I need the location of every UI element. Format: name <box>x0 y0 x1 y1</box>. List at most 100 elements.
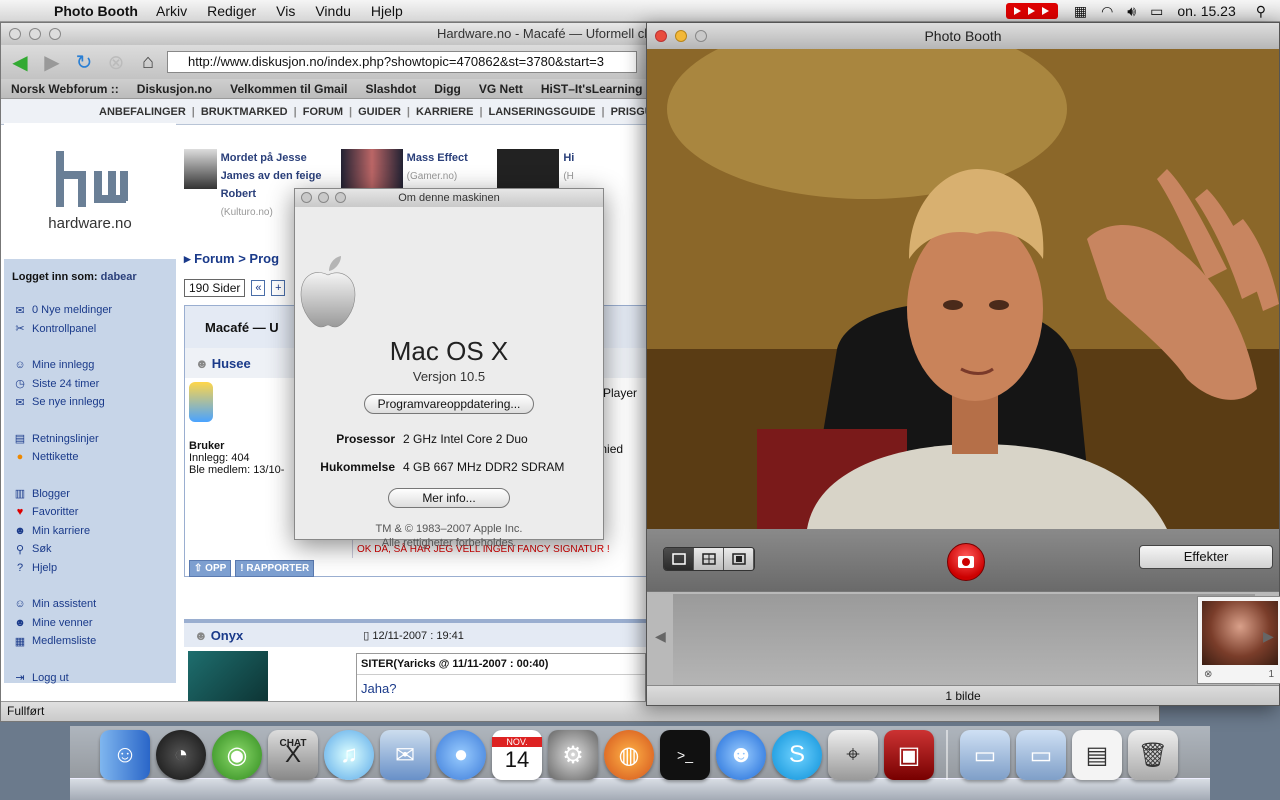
effects-button[interactable]: Effekter <box>1139 545 1273 569</box>
documents-folder-icon[interactable]: ▭ <box>1016 730 1066 780</box>
bookmark-item[interactable]: VG Nett <box>479 82 523 96</box>
forward-arrow-icon[interactable]: ▶ <box>39 49 65 75</box>
sidebar-item-friends[interactable]: ☻ Mine venner <box>10 614 170 633</box>
home-icon[interactable]: ⌂ <box>135 49 161 75</box>
minimize-button[interactable] <box>675 30 687 42</box>
nav-link[interactable]: KARRIERE <box>416 106 473 118</box>
sidebar-item-assistant[interactable]: ☺ Min assistent <box>10 595 170 614</box>
strip-right-arrow-icon[interactable]: ▶ <box>1263 628 1274 645</box>
photo-strip: ◀ ⊗ 1 ▶ <box>647 591 1280 686</box>
skype-icon[interactable]: S <box>772 730 822 780</box>
sidebar-item-career[interactable]: ☻ Min karriere <box>10 522 170 541</box>
single-photo-mode-icon[interactable] <box>664 548 694 570</box>
minimize-button[interactable] <box>318 192 329 203</box>
delete-photo-icon[interactable]: ⊗ <box>1204 669 1212 680</box>
sidebar-item-messages[interactable]: ✉ 0 Nye meldinger <box>10 301 170 320</box>
bookmark-item[interactable]: Norsk Webforum :: <box>11 82 119 96</box>
chax-icon[interactable]: CHAT X <box>268 730 318 780</box>
close-button[interactable] <box>301 192 312 203</box>
login-user[interactable]: dabear <box>101 271 137 283</box>
sidebar-item-blogs[interactable]: ▥ Blogger <box>10 485 170 504</box>
zoom-button[interactable] <box>335 192 346 203</box>
photo-booth-title-bar[interactable]: Photo Booth <box>647 23 1279 49</box>
bookmark-item[interactable]: Velkommen til Gmail <box>230 82 347 96</box>
site-logo[interactable]: hardware.no <box>4 123 176 259</box>
dashboard-icon[interactable]: ◔ <box>156 730 206 780</box>
app-menu[interactable]: Photo Booth <box>54 3 138 19</box>
post-author[interactable]: Onyx <box>211 628 244 643</box>
nav-link[interactable]: ANBEFALINGER <box>99 106 186 118</box>
sidebar-item-logout[interactable]: ⇥ Logg ut <box>10 669 170 688</box>
ical-icon[interactable]: NOV. 14 <box>492 730 542 780</box>
software-update-button[interactable]: Programvareoppdatering... <box>364 394 534 414</box>
close-button[interactable] <box>9 28 21 40</box>
strip-left-arrow-icon[interactable]: ◀ <box>655 628 666 645</box>
bookmark-item[interactable]: HiST–It'sLearning <box>541 82 643 96</box>
address-bar[interactable]: http://www.diskusjon.no/index.php?showto… <box>167 51 637 73</box>
pager-next-button[interactable]: + <box>271 280 286 296</box>
spotlight-search-icon[interactable]: ⚲ <box>1256 3 1266 20</box>
sidebar-item-last-24h[interactable]: ◷ Siste 24 timer <box>10 375 170 394</box>
download-stack-icon[interactable]: ▤ <box>1072 730 1122 780</box>
sidebar-item-guidelines[interactable]: ▤ Retningslinjer <box>10 430 170 449</box>
menu-file[interactable]: Arkiv <box>156 3 187 19</box>
dock-separator <box>946 730 948 780</box>
terminal-icon[interactable]: >_ <box>660 730 710 780</box>
sidebar-item-netiquette[interactable]: ● Nettikette <box>10 448 170 467</box>
back-arrow-icon[interactable]: ◀ <box>7 49 33 75</box>
stop-icon[interactable]: ⊗ <box>103 49 129 75</box>
messenger-icon[interactable]: ☻ <box>716 730 766 780</box>
adium-icon[interactable]: ◉ <box>212 730 262 780</box>
zoom-button[interactable] <box>695 30 707 42</box>
pages-select[interactable]: 190 Sider <box>184 279 246 297</box>
bookmark-item[interactable]: Slashdot <box>366 82 417 96</box>
report-button[interactable]: ! RAPPORTER <box>235 560 315 577</box>
nav-link[interactable]: BRUKTMARKED <box>201 106 288 118</box>
pager-first-button[interactable]: « <box>251 280 266 296</box>
spaces-icon[interactable]: ▦ <box>1074 3 1087 20</box>
take-photo-button[interactable] <box>947 543 985 581</box>
photo-booth-icon[interactable]: ▣ <box>884 730 934 780</box>
sidebar-item-members[interactable]: ▦ Medlemsliste <box>10 632 170 651</box>
sidebar-item-my-posts[interactable]: ☺ Mine innlegg <box>10 356 170 375</box>
four-up-mode-icon[interactable] <box>694 548 724 570</box>
about-title-bar[interactable]: Om denne maskinen <box>295 189 603 207</box>
sidebar-item-help[interactable]: ? Hjelp <box>10 559 170 578</box>
bookmark-item[interactable]: Digg <box>434 82 461 96</box>
itunes-icon[interactable]: ♫ <box>324 730 374 780</box>
wifi-icon[interactable]: ◠ <box>1101 3 1113 20</box>
movie-mode-icon[interactable] <box>724 548 754 570</box>
up-button[interactable]: ⇧ OPP <box>189 560 232 577</box>
system-preferences-icon[interactable]: ⚙ <box>548 730 598 780</box>
sidebar-item-favorites[interactable]: ♥ Favoritter <box>10 503 170 522</box>
automator-icon[interactable]: ⌖ <box>828 730 878 780</box>
sidebar-item-control-panel[interactable]: ✂ Kontrollpanel <box>10 320 170 339</box>
reload-icon[interactable]: ↻ <box>71 49 97 75</box>
nav-link[interactable]: FORUM <box>303 106 343 118</box>
mail-icon[interactable]: ✉ <box>380 730 430 780</box>
battery-icon[interactable]: ▭ <box>1150 3 1163 20</box>
volume-icon[interactable]: 🔊︎ <box>1127 3 1136 20</box>
more-info-button[interactable]: Mer info... <box>388 488 510 508</box>
menu-view[interactable]: Vis <box>276 3 295 19</box>
envelope-icon: ✉ <box>15 304 25 317</box>
sidebar-item-search[interactable]: ⚲ Søk <box>10 540 170 559</box>
nav-link[interactable]: GUIDER <box>358 106 401 118</box>
media-player-menu-icon[interactable] <box>1005 3 1058 19</box>
finder-icon[interactable]: ☺ <box>100 730 150 780</box>
sidebar-item-new-posts[interactable]: ✉ Se nye innlegg <box>10 393 170 412</box>
minimize-button[interactable] <box>29 28 41 40</box>
applications-folder-icon[interactable]: ▭ <box>960 730 1010 780</box>
menu-window[interactable]: Vindu <box>315 3 351 19</box>
menu-edit[interactable]: Rediger <box>207 3 256 19</box>
close-button[interactable] <box>655 30 667 42</box>
menu-clock[interactable]: on. 15.23 <box>1177 3 1235 19</box>
menu-help[interactable]: Hjelp <box>371 3 403 19</box>
nav-link[interactable]: LANSERINGSGUIDE <box>489 106 596 118</box>
bookmark-item[interactable]: Diskusjon.no <box>137 82 212 96</box>
smiley-icon: ☺ <box>14 359 26 372</box>
zoom-button[interactable] <box>49 28 61 40</box>
firefox-icon[interactable]: ◍ <box>604 730 654 780</box>
trash-icon[interactable]: 🗑︎ <box>1128 730 1178 780</box>
ichat-icon[interactable]: ● <box>436 730 486 780</box>
